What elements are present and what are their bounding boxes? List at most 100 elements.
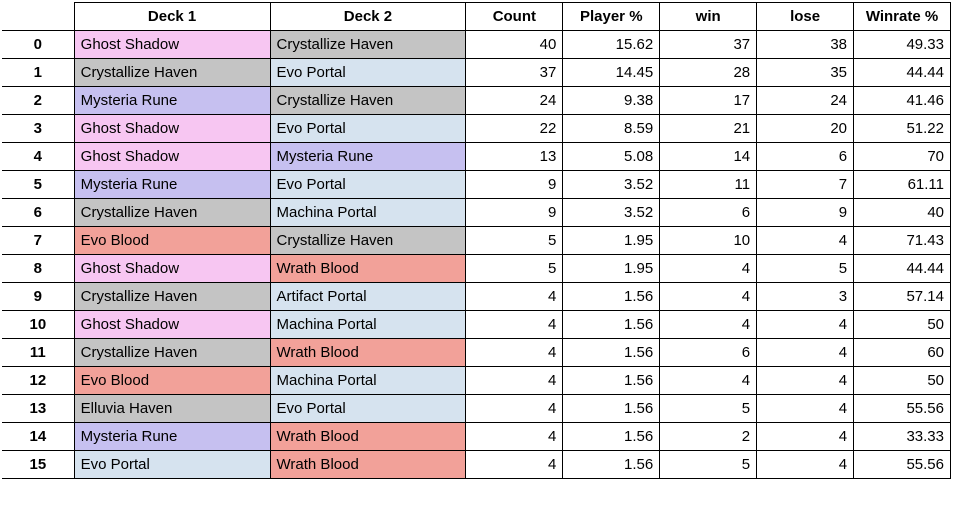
row-index: 7 <box>2 227 74 255</box>
cell-deck2: Evo Portal <box>270 171 466 199</box>
cell-deck1: Crystallize Haven <box>74 199 270 227</box>
cell-deck1: Evo Blood <box>74 367 270 395</box>
cell-deck2: Machina Portal <box>270 311 466 339</box>
cell-win: 5 <box>660 451 757 479</box>
table-row: 8Ghost ShadowWrath Blood51.954544.44 <box>2 255 951 283</box>
cell-deck2: Mysteria Rune <box>270 143 466 171</box>
cell-winrate: 44.44 <box>854 255 951 283</box>
row-index: 14 <box>2 423 74 451</box>
header-playerpct: Player % <box>563 3 660 31</box>
cell-winrate: 33.33 <box>854 423 951 451</box>
header-lose: lose <box>757 3 854 31</box>
cell-win: 6 <box>660 339 757 367</box>
cell-count: 4 <box>466 395 563 423</box>
table-row: 14Mysteria RuneWrath Blood41.562433.33 <box>2 423 951 451</box>
cell-deck1: Evo Blood <box>74 227 270 255</box>
cell-winrate: 44.44 <box>854 59 951 87</box>
cell-playerpct: 3.52 <box>563 199 660 227</box>
cell-lose: 7 <box>757 171 854 199</box>
header-win: win <box>660 3 757 31</box>
cell-win: 5 <box>660 395 757 423</box>
cell-winrate: 50 <box>854 367 951 395</box>
table-row: 1Crystallize HavenEvo Portal3714.4528354… <box>2 59 951 87</box>
cell-count: 5 <box>466 227 563 255</box>
cell-playerpct: 1.56 <box>563 367 660 395</box>
cell-deck2: Artifact Portal <box>270 283 466 311</box>
cell-deck2: Wrath Blood <box>270 339 466 367</box>
cell-count: 4 <box>466 423 563 451</box>
header-deck2: Deck 2 <box>270 3 466 31</box>
cell-deck1: Ghost Shadow <box>74 115 270 143</box>
row-index: 10 <box>2 311 74 339</box>
row-index: 6 <box>2 199 74 227</box>
table-row: 4Ghost ShadowMysteria Rune135.0814670 <box>2 143 951 171</box>
cell-playerpct: 1.95 <box>563 227 660 255</box>
cell-deck2: Crystallize Haven <box>270 87 466 115</box>
cell-playerpct: 8.59 <box>563 115 660 143</box>
header-corner <box>2 3 74 31</box>
cell-win: 4 <box>660 367 757 395</box>
cell-winrate: 49.33 <box>854 31 951 59</box>
cell-winrate: 55.56 <box>854 395 951 423</box>
cell-playerpct: 9.38 <box>563 87 660 115</box>
cell-lose: 5 <box>757 255 854 283</box>
table-row: 10Ghost ShadowMachina Portal41.564450 <box>2 311 951 339</box>
header-deck1: Deck 1 <box>74 3 270 31</box>
cell-lose: 4 <box>757 227 854 255</box>
row-index: 9 <box>2 283 74 311</box>
cell-deck1: Ghost Shadow <box>74 311 270 339</box>
cell-lose: 4 <box>757 395 854 423</box>
table-row: 12Evo BloodMachina Portal41.564450 <box>2 367 951 395</box>
table-row: 13Elluvia HavenEvo Portal41.565455.56 <box>2 395 951 423</box>
table-row: 5Mysteria RuneEvo Portal93.5211761.11 <box>2 171 951 199</box>
header-count: Count <box>466 3 563 31</box>
cell-deck1: Evo Portal <box>74 451 270 479</box>
cell-win: 4 <box>660 283 757 311</box>
cell-count: 4 <box>466 339 563 367</box>
cell-playerpct: 3.52 <box>563 171 660 199</box>
cell-deck1: Crystallize Haven <box>74 59 270 87</box>
cell-win: 14 <box>660 143 757 171</box>
cell-lose: 4 <box>757 423 854 451</box>
table-row: 0Ghost ShadowCrystallize Haven4015.62373… <box>2 31 951 59</box>
cell-deck2: Evo Portal <box>270 395 466 423</box>
cell-playerpct: 1.56 <box>563 283 660 311</box>
cell-winrate: 41.46 <box>854 87 951 115</box>
cell-lose: 35 <box>757 59 854 87</box>
cell-win: 11 <box>660 171 757 199</box>
cell-winrate: 51.22 <box>854 115 951 143</box>
row-index: 15 <box>2 451 74 479</box>
cell-deck2: Evo Portal <box>270 59 466 87</box>
cell-playerpct: 15.62 <box>563 31 660 59</box>
header-row: Deck 1 Deck 2 Count Player % win lose Wi… <box>2 3 951 31</box>
row-index: 3 <box>2 115 74 143</box>
cell-playerpct: 1.56 <box>563 339 660 367</box>
cell-deck2: Wrath Blood <box>270 451 466 479</box>
cell-playerpct: 1.56 <box>563 423 660 451</box>
cell-deck2: Machina Portal <box>270 367 466 395</box>
cell-win: 4 <box>660 255 757 283</box>
cell-count: 4 <box>466 283 563 311</box>
cell-deck1: Mysteria Rune <box>74 423 270 451</box>
cell-lose: 24 <box>757 87 854 115</box>
cell-deck1: Ghost Shadow <box>74 255 270 283</box>
cell-winrate: 40 <box>854 199 951 227</box>
cell-playerpct: 14.45 <box>563 59 660 87</box>
cell-win: 6 <box>660 199 757 227</box>
cell-win: 17 <box>660 87 757 115</box>
row-index: 2 <box>2 87 74 115</box>
cell-lose: 4 <box>757 339 854 367</box>
row-index: 0 <box>2 31 74 59</box>
cell-count: 5 <box>466 255 563 283</box>
row-index: 11 <box>2 339 74 367</box>
cell-winrate: 57.14 <box>854 283 951 311</box>
cell-winrate: 70 <box>854 143 951 171</box>
cell-count: 13 <box>466 143 563 171</box>
row-index: 1 <box>2 59 74 87</box>
cell-count: 9 <box>466 171 563 199</box>
table-row: 7Evo BloodCrystallize Haven51.9510471.43 <box>2 227 951 255</box>
cell-win: 10 <box>660 227 757 255</box>
cell-deck1: Crystallize Haven <box>74 283 270 311</box>
cell-lose: 4 <box>757 451 854 479</box>
table-row: 3Ghost ShadowEvo Portal228.59212051.22 <box>2 115 951 143</box>
